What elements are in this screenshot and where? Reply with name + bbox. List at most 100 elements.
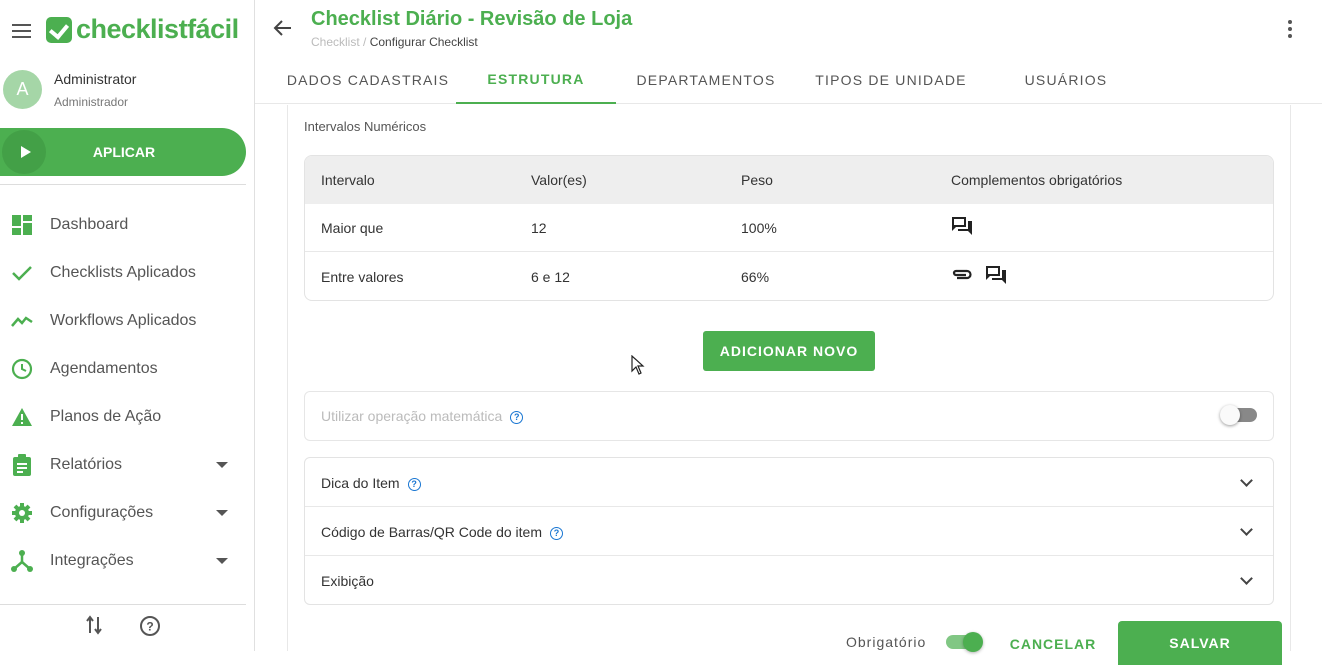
user-name: Administrator bbox=[54, 71, 137, 87]
chevron-down-icon bbox=[1240, 572, 1253, 585]
tab-estrutura[interactable]: ESTRUTURA bbox=[456, 56, 616, 104]
column-header: Valor(es) bbox=[531, 172, 587, 188]
column-header: Intervalo bbox=[321, 172, 375, 188]
play-icon bbox=[2, 130, 46, 174]
interval-cell: Entre valores bbox=[321, 269, 404, 285]
accordion-label-text: Código de Barras/QR Code do item bbox=[321, 524, 542, 540]
chevron-down-icon bbox=[1240, 523, 1253, 536]
logo-check-icon bbox=[46, 16, 72, 43]
help-icon[interactable]: ? bbox=[550, 526, 563, 540]
sidebar-item-label: Agendamentos bbox=[50, 360, 158, 377]
sidebar-item-label: Dashboard bbox=[50, 216, 129, 233]
sidebar-item-label: Checklists Aplicados bbox=[50, 264, 196, 281]
column-header: Peso bbox=[741, 172, 773, 188]
table-header: Intervalo Valor(es) Peso Complementos ob… bbox=[305, 156, 1273, 204]
tab-dados-cadastrais[interactable]: DADOS CADASTRAIS bbox=[279, 56, 457, 104]
clipboard-icon bbox=[11, 454, 33, 476]
values-cell: 6 e 12 bbox=[531, 269, 570, 285]
required-toggle[interactable] bbox=[946, 632, 983, 652]
back-arrow-icon[interactable] bbox=[273, 18, 293, 43]
required-label: Obrigatório bbox=[846, 634, 927, 650]
sidebar-item-integracoes[interactable]: Integrações bbox=[0, 537, 246, 585]
more-vertical-icon[interactable] bbox=[1288, 20, 1292, 41]
sidebar-item-label: Planos de Ação bbox=[50, 408, 162, 425]
share-icon bbox=[11, 550, 33, 572]
cancel-button[interactable]: CANCELAR bbox=[1003, 626, 1103, 662]
tab-usuarios[interactable]: USUÁRIOS bbox=[986, 56, 1146, 104]
dashboard-icon bbox=[11, 214, 33, 236]
avatar[interactable]: A bbox=[3, 70, 42, 109]
sidebar-item-checklists[interactable]: Checklists Aplicados bbox=[0, 249, 246, 297]
item-config-panel: Intervalos Numéricos Intervalo Valor(es)… bbox=[287, 105, 1291, 665]
accordion-item-dica[interactable]: Dica do Item? bbox=[305, 458, 1273, 507]
caret-down-icon bbox=[216, 510, 228, 516]
sidebar-item-planos[interactable]: Planos de Ação bbox=[0, 393, 246, 441]
comment-icon bbox=[985, 265, 1007, 288]
save-button[interactable]: SALVAR bbox=[1118, 621, 1282, 665]
trending-icon bbox=[11, 310, 33, 332]
page-title: Checklist Diário - Revisão de Loja bbox=[311, 8, 633, 30]
sidebar-item-agendamentos[interactable]: Agendamentos bbox=[0, 345, 246, 393]
accordion-label-text: Exibição bbox=[321, 573, 374, 589]
weight-cell: 66% bbox=[741, 269, 770, 285]
apply-label: APLICAR bbox=[92, 144, 156, 160]
breadcrumb: Checklist / Configurar Checklist bbox=[311, 35, 478, 49]
math-operation-toggle[interactable] bbox=[1220, 405, 1257, 425]
tab-tipos-de-unidade[interactable]: TIPOS DE UNIDADE bbox=[811, 56, 971, 104]
interval-cell: Maior que bbox=[321, 219, 384, 236]
add-new-button[interactable]: ADICIONAR NOVO bbox=[703, 331, 875, 371]
values-cell: 12 bbox=[531, 219, 547, 236]
svg-text:?: ? bbox=[146, 620, 153, 634]
math-operation-label: Utilizar operação matemática? bbox=[321, 408, 524, 424]
weight-cell: 100% bbox=[741, 219, 777, 236]
breadcrumb-separator: / bbox=[363, 35, 367, 49]
help-icon[interactable]: ? bbox=[510, 410, 524, 424]
apply-button[interactable]: APLICAR bbox=[0, 128, 246, 176]
help-icon[interactable]: ? bbox=[407, 477, 421, 491]
sidebar-item-configuracoes[interactable]: Configurações bbox=[0, 489, 246, 537]
accordion-label: Código de Barras/QR Code do item? bbox=[321, 524, 563, 540]
menu-icon[interactable] bbox=[12, 24, 31, 38]
sidebar-divider bbox=[0, 604, 246, 605]
gear-icon bbox=[11, 502, 33, 524]
logo[interactable]: checklistfácil bbox=[46, 14, 239, 45]
tab-departamentos[interactable]: DEPARTAMENTOS bbox=[626, 56, 786, 104]
sidebar-item-dashboard[interactable]: Dashboard bbox=[0, 201, 246, 249]
logo-text: checklistfácil bbox=[76, 14, 239, 44]
warning-icon bbox=[11, 406, 33, 428]
comment-icon bbox=[951, 216, 973, 239]
help-icon[interactable]: ? bbox=[139, 615, 161, 642]
user-role: Administrador bbox=[54, 95, 129, 109]
tab-bar: DADOS CADASTRAIS ESTRUTURA DEPARTAMENTOS… bbox=[255, 56, 1322, 104]
sidebar: checklistfácil A Administrator Administr… bbox=[0, 0, 255, 651]
check-icon bbox=[11, 262, 33, 284]
sidebar-item-label: Configurações bbox=[50, 504, 154, 521]
sidebar-item-label: Relatórios bbox=[50, 456, 123, 473]
accordion-label-text: Dica do Item bbox=[321, 475, 400, 491]
sidebar-item-label: Workflows Aplicados bbox=[50, 312, 197, 329]
accordion-label: Dica do Item? bbox=[321, 475, 421, 491]
sidebar-item-workflows[interactable]: Workflows Aplicados bbox=[0, 297, 246, 345]
accordion: Dica do Item? Código de Barras/QR Code d… bbox=[304, 457, 1274, 605]
accordion-item-codigo-barras[interactable]: Código de Barras/QR Code do item? bbox=[305, 507, 1273, 556]
sidebar-footer: ? bbox=[0, 615, 246, 642]
intervals-table: Intervalo Valor(es) Peso Complementos ob… bbox=[304, 155, 1274, 301]
breadcrumb-root[interactable]: Checklist bbox=[311, 35, 360, 49]
breadcrumb-current: Configurar Checklist bbox=[369, 35, 478, 49]
attachment-icon bbox=[951, 268, 973, 284]
accordion-item-exibicao[interactable]: Exibição bbox=[305, 556, 1273, 605]
caret-down-icon bbox=[216, 462, 228, 468]
table-row[interactable]: Maior que 12 100% bbox=[305, 204, 1273, 252]
sidebar-item-label: Integrações bbox=[50, 552, 134, 569]
sidebar-item-relatorios[interactable]: Relatórios bbox=[0, 441, 246, 489]
table-row[interactable]: Entre valores 6 e 12 66% bbox=[305, 253, 1273, 300]
clock-icon bbox=[11, 358, 33, 380]
math-operation-row: Utilizar operação matemática? bbox=[304, 391, 1274, 441]
math-operation-text: Utilizar operação matemática bbox=[321, 408, 503, 424]
chevron-down-icon bbox=[1240, 474, 1253, 487]
swap-vertical-icon[interactable] bbox=[85, 615, 103, 642]
main-area: Checklist Diário - Revisão de Loja Check… bbox=[255, 0, 1322, 665]
accordion-label: Exibição bbox=[321, 573, 374, 589]
form-actions: Obrigatório CANCELAR SALVAR bbox=[288, 620, 1292, 665]
caret-down-icon bbox=[216, 558, 228, 564]
